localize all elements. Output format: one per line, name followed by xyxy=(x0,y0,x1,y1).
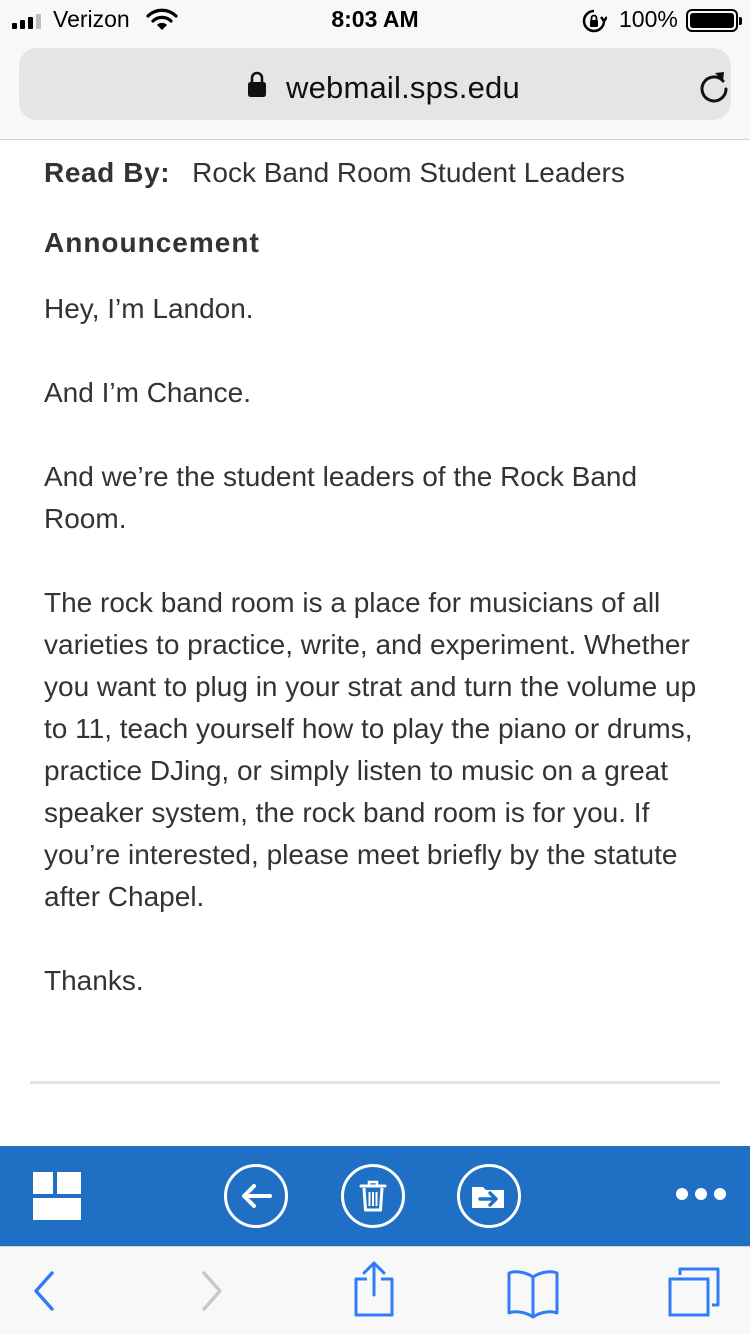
tabs-icon[interactable] xyxy=(666,1261,722,1321)
lock-icon xyxy=(248,71,266,97)
paragraph: Hey, I’m Landon. xyxy=(44,293,254,324)
read-by-row: Read By: Rock Band Room Student Leaders xyxy=(44,157,625,189)
rotation-lock-icon xyxy=(582,9,607,33)
reload-icon[interactable] xyxy=(697,68,731,104)
read-by-label: Read By: xyxy=(44,157,171,188)
paragraph: And we’re the student leaders of the Roc… xyxy=(44,461,638,534)
status-bar: Verizon 8:03 AM 100% xyxy=(0,0,750,40)
paragraph: Thanks. xyxy=(44,965,144,996)
browser-toolbar xyxy=(0,1246,750,1334)
chevron-right-icon[interactable] xyxy=(198,1261,226,1321)
trash-icon xyxy=(359,1180,387,1212)
battery-percent: 100% xyxy=(619,6,678,32)
url-field[interactable]: webmail.sps.edu xyxy=(19,48,731,120)
bookmarks-icon[interactable] xyxy=(506,1261,560,1321)
app-grid-icon[interactable] xyxy=(33,1172,81,1220)
share-icon[interactable] xyxy=(352,1259,396,1319)
browser-address-area: webmail.sps.edu xyxy=(0,40,750,140)
back-button[interactable] xyxy=(224,1164,288,1228)
move-button[interactable] xyxy=(457,1164,521,1228)
paragraph: The rock band room is a place for musici… xyxy=(44,587,697,912)
section-heading: Announcement xyxy=(44,227,260,258)
read-by-value: Rock Band Room Student Leaders xyxy=(192,157,625,188)
url-text: webmail.sps.edu xyxy=(286,70,520,105)
chevron-left-icon[interactable] xyxy=(30,1261,58,1321)
mail-toolbar xyxy=(0,1146,750,1246)
divider xyxy=(30,1081,720,1084)
more-icon[interactable] xyxy=(676,1188,726,1200)
move-to-folder-icon xyxy=(472,1187,504,1208)
paragraph: And I’m Chance. xyxy=(44,377,251,408)
delete-button[interactable] xyxy=(341,1164,405,1228)
battery-icon xyxy=(686,9,742,32)
back-arrow-icon xyxy=(242,1184,272,1208)
